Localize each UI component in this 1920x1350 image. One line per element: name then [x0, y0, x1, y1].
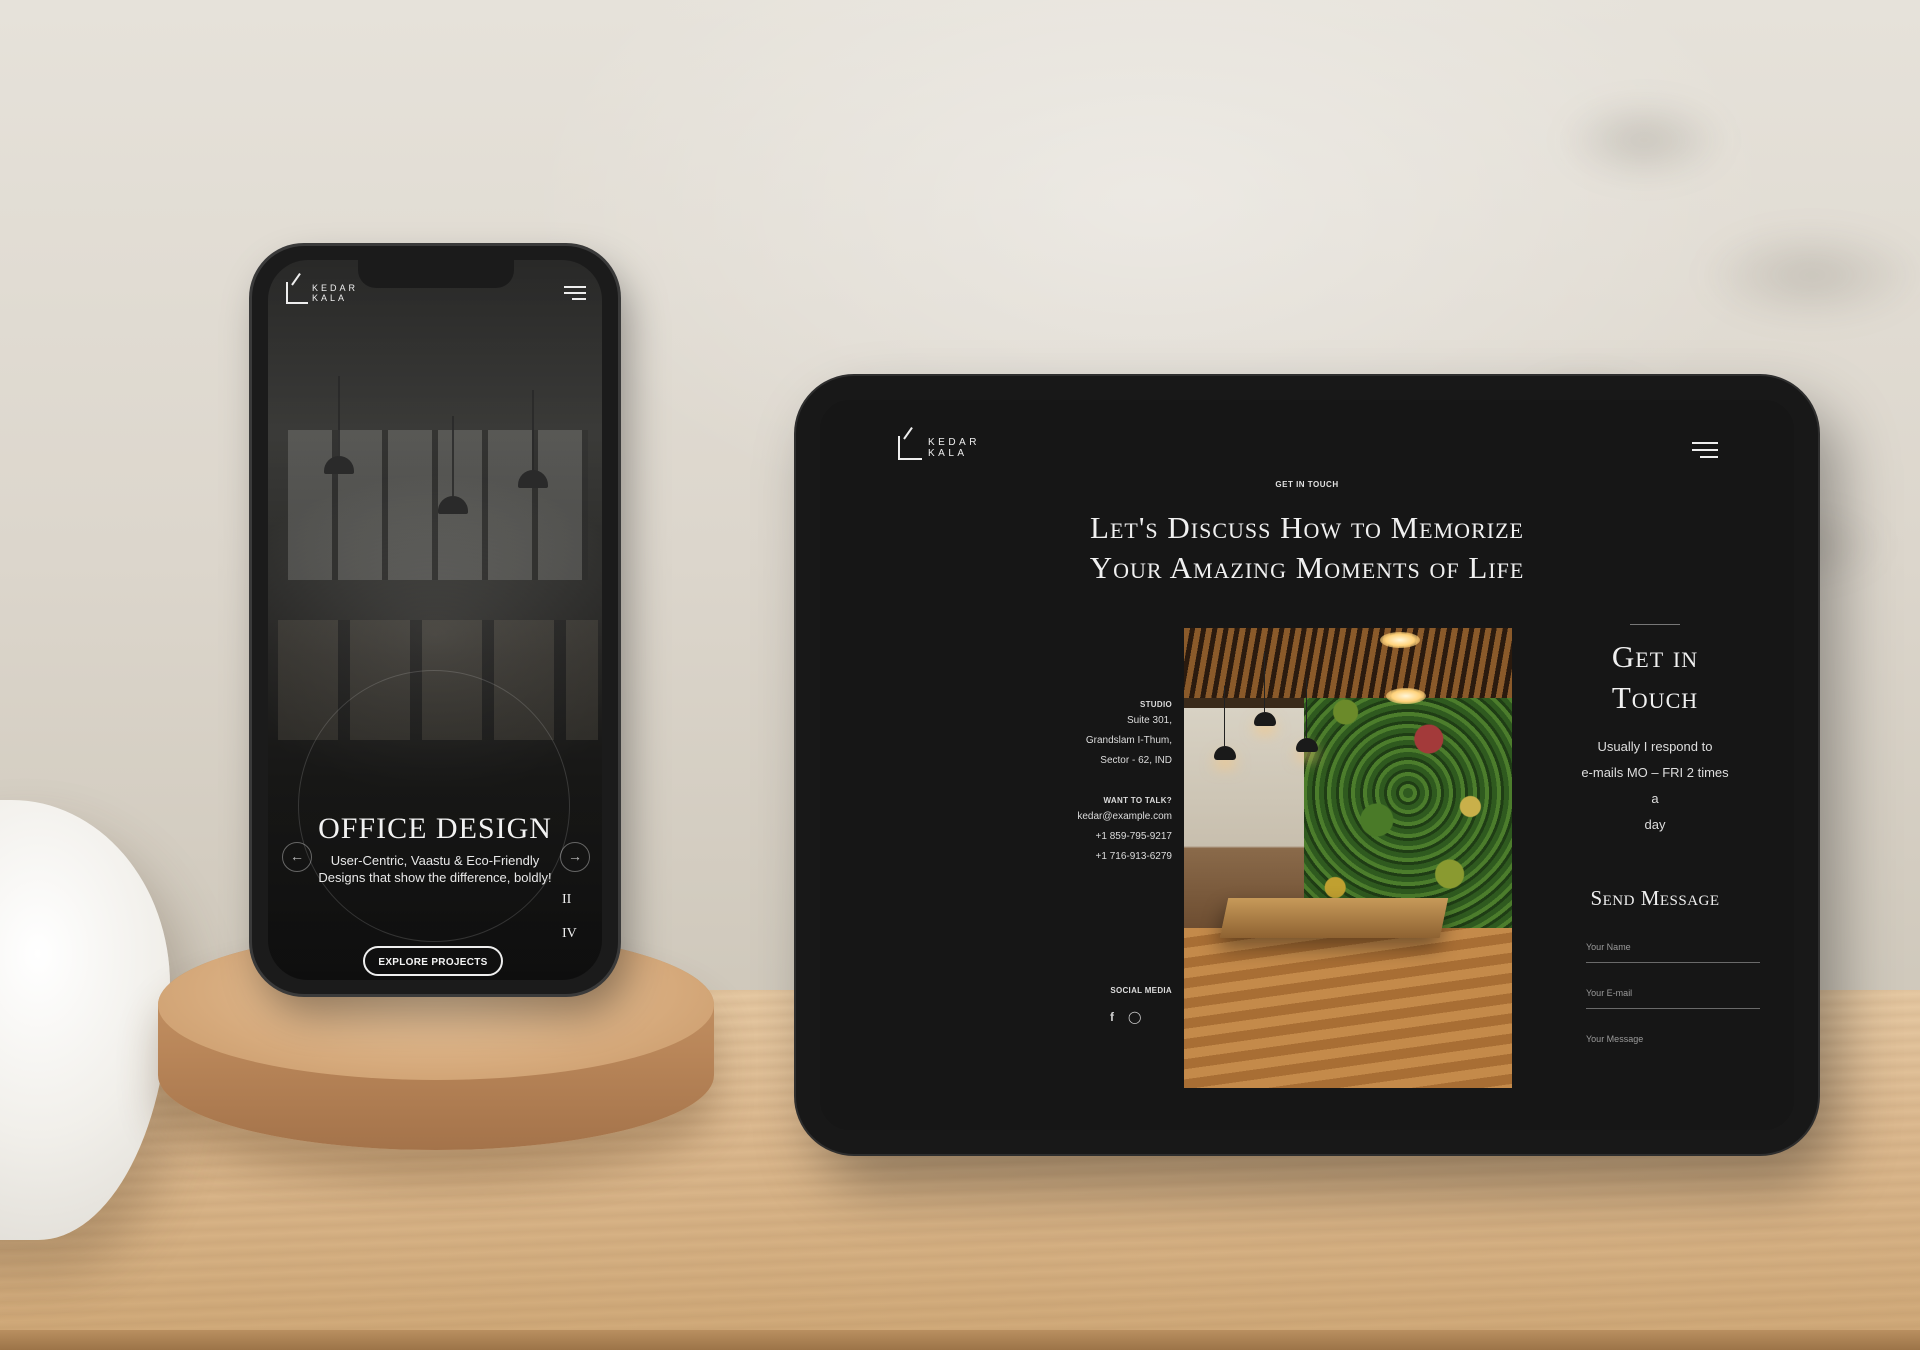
title-line1: Get in	[1611, 639, 1699, 674]
logo-wordmark: KEDAR KALA	[928, 437, 980, 459]
social-icons: f ◯	[1110, 1010, 1141, 1024]
logo-text-line2: KALA	[928, 448, 968, 459]
social-media-block: SOCIAL MEDIA	[950, 986, 1172, 995]
contact-phone-link[interactable]: +1 716-913-6279	[950, 847, 1172, 867]
contact-phone-link[interactable]: +1 859-795-9217	[950, 827, 1172, 847]
studio-address-block: STUDIO Suite 301, Grandslam I-Thum, Sect…	[950, 700, 1172, 771]
logo-wordmark: KEDAR KALA	[312, 283, 358, 303]
response-time-text: Usually I respond to e-mails MO – FRI 2 …	[1550, 734, 1760, 838]
hamburger-icon[interactable]	[564, 286, 586, 300]
get-in-touch-title: Get in Touch	[1550, 636, 1760, 718]
text-line: a	[1651, 791, 1659, 806]
hamburger-icon[interactable]	[1692, 442, 1718, 458]
phone-notch	[358, 260, 514, 288]
studio-label: STUDIO	[1139, 700, 1172, 709]
phone-screen: KEDAR KALA ← → OFFICE DESIGN User-Centri…	[268, 260, 602, 980]
hero-decorative-circle	[298, 670, 570, 942]
section-kicker: GET IN TOUCH	[1275, 480, 1339, 489]
phone-device: KEDAR KALA ← → OFFICE DESIGN User-Centri…	[252, 246, 618, 994]
heading-line2: Your Amazing Moments of Life	[1089, 550, 1525, 585]
email-field[interactable]: Your E-mail	[1586, 988, 1760, 1009]
photo-ceiling-light	[1386, 688, 1426, 704]
tabletop-edge	[0, 1330, 1920, 1350]
logo-text-line1: KEDAR	[928, 437, 980, 448]
site-logo[interactable]: KEDAR KALA	[898, 436, 980, 460]
address-line: Suite 301,	[1126, 715, 1172, 726]
slide-number-current[interactable]: II	[562, 892, 571, 908]
photo-pendant-lamp	[1254, 652, 1276, 726]
tablet-device: KEDAR KALA GET IN TOUCH Let's Discuss Ho…	[796, 376, 1818, 1154]
logo-text-line2: KALA	[312, 293, 348, 303]
slide-number-total[interactable]: IV	[562, 926, 577, 942]
heading-line1: Let's Discuss How to Memorize	[1090, 510, 1524, 545]
social-media-label: SOCIAL MEDIA	[1110, 986, 1172, 995]
arrow-right-icon[interactable]: →	[560, 842, 590, 872]
tablet-screen: KEDAR KALA GET IN TOUCH Let's Discuss Ho…	[820, 400, 1794, 1130]
instagram-icon[interactable]: ◯	[1128, 1010, 1141, 1024]
photo-pendant-lamp	[1214, 686, 1236, 760]
photo-pendant-lamp	[1296, 678, 1318, 752]
section-heading: Let's Discuss How to Memorize Your Amazi…	[960, 508, 1654, 588]
text-line: day	[1644, 817, 1666, 832]
message-field[interactable]: Your Message	[1586, 1034, 1760, 1094]
logo-mark-icon	[286, 282, 308, 304]
photo-ceiling-light	[1380, 632, 1420, 648]
photo-slatted-ceiling	[1184, 628, 1512, 698]
contact-photo	[1184, 628, 1512, 1088]
name-field[interactable]: Your Name	[1586, 942, 1760, 963]
send-message-title: Send Message	[1590, 886, 1720, 910]
logo-text-line1: KEDAR	[312, 283, 359, 293]
address-line: Sector - 62, IND	[1100, 755, 1172, 766]
hero-title: OFFICE DESIGN	[318, 812, 552, 845]
arrow-left-icon[interactable]: ←	[282, 842, 312, 872]
mockup-scene: KEDAR KALA ← → OFFICE DESIGN User-Centri…	[0, 0, 1920, 1350]
contact-email-link[interactable]: kedar@example.com	[950, 807, 1172, 827]
photo-table	[1219, 898, 1449, 938]
text-line: Usually I respond to	[1597, 739, 1713, 754]
contact-block: WANT TO TALK? kedar@example.com +1 859-7…	[950, 796, 1172, 867]
logo-mark-icon	[898, 436, 922, 460]
text-line: e-mails MO – FRI 2 times	[1581, 765, 1729, 780]
site-logo[interactable]: KEDAR KALA	[286, 282, 358, 304]
divider-line	[1630, 624, 1680, 625]
want-to-talk-label: WANT TO TALK?	[1103, 796, 1172, 805]
address-line: Grandslam I-Thum,	[1085, 735, 1172, 746]
hero-subtitle: User-Centric, Vaastu & Eco-Friendly Desi…	[318, 853, 552, 885]
explore-projects-button[interactable]: EXPLORE PROJECTS	[363, 946, 503, 976]
title-line2: Touch	[1611, 680, 1699, 715]
facebook-icon[interactable]: f	[1110, 1010, 1114, 1024]
photo-floor	[1184, 928, 1512, 1088]
